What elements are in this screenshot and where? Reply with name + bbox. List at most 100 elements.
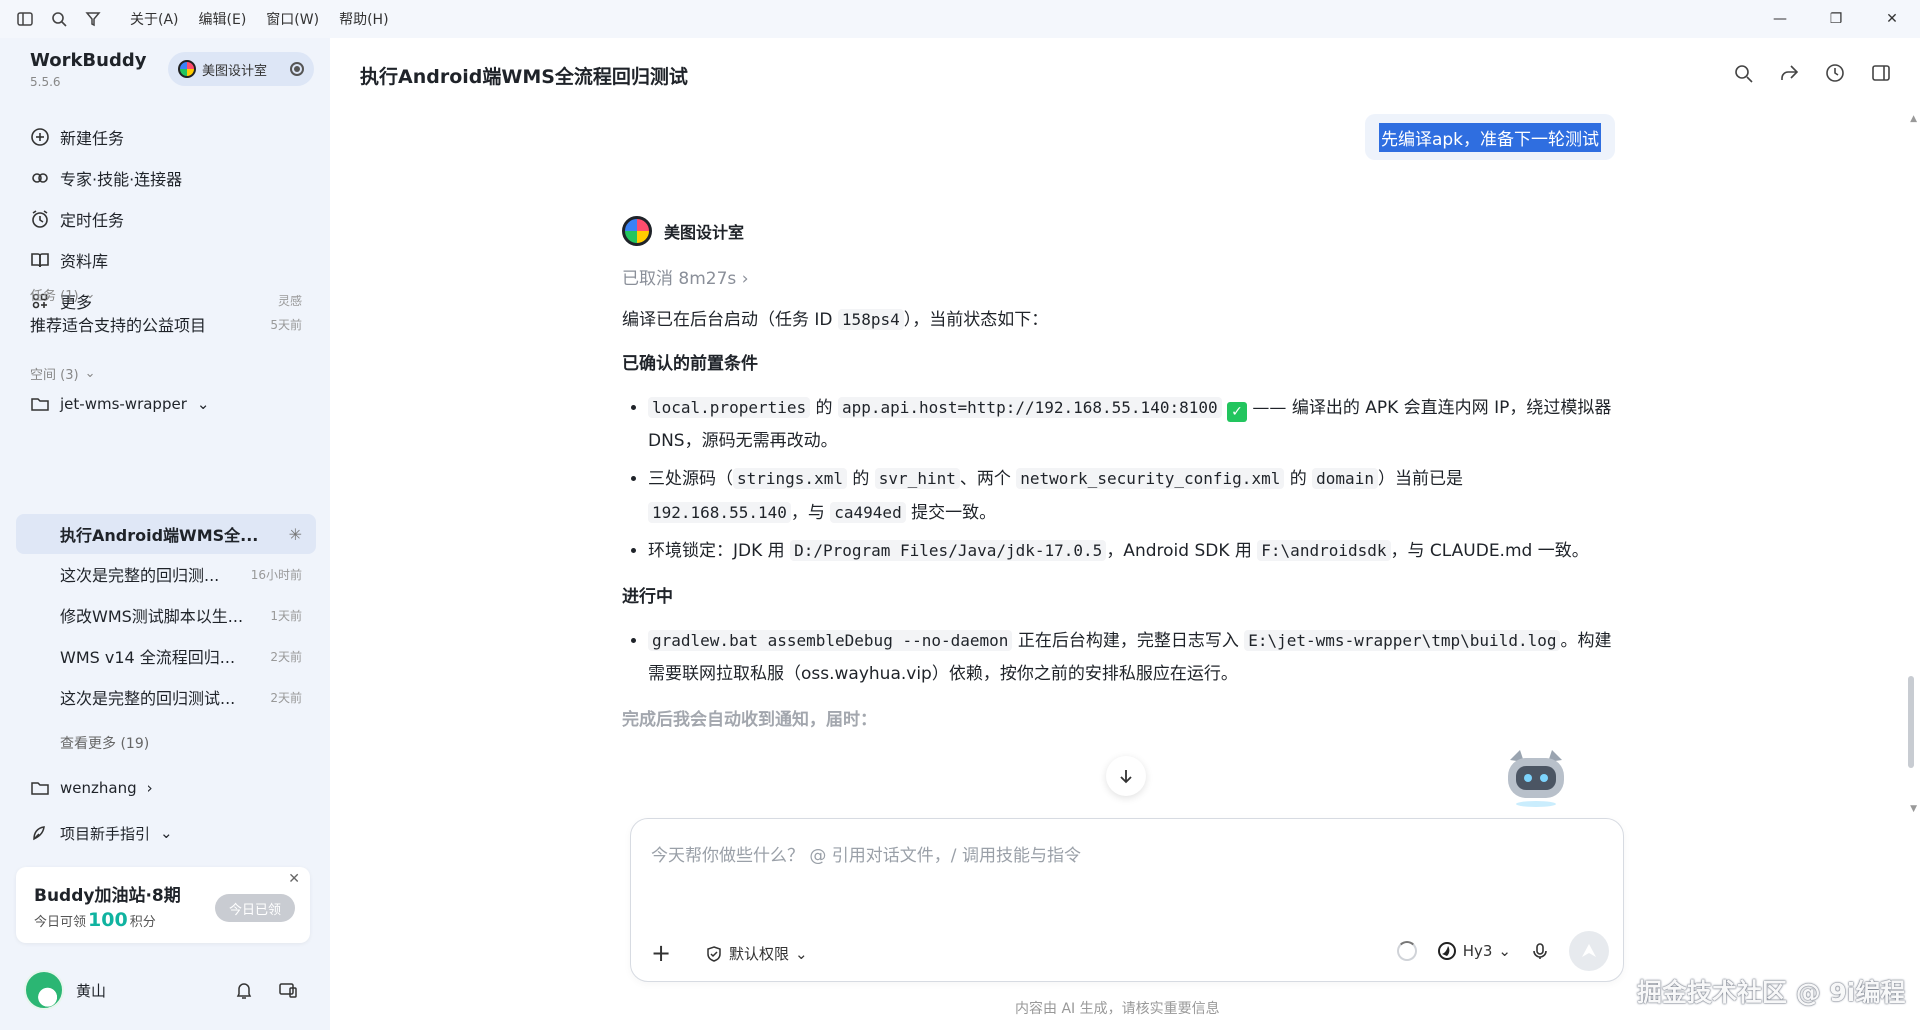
task-label: 执行Android端WMS全... — [60, 526, 259, 545]
shield-check-icon — [707, 945, 721, 962]
promo-subtitle: 今日可领 100 积分 — [34, 909, 156, 931]
inline-code: D:/Program Files/Java/jdk-17.0.5 — [790, 540, 1107, 561]
alarm-clock-icon — [32, 209, 48, 228]
scroll-to-bottom-button[interactable] — [1106, 756, 1146, 796]
promo-title: Buddy加油站·8期 — [34, 886, 181, 906]
chevron-right-icon: › — [741, 269, 749, 289]
inline-code: gradlew.bat assembleDebug --no-daemon — [648, 630, 1013, 651]
mascot-robot-icon[interactable] — [1500, 746, 1572, 808]
claim-button[interactable]: 今日已领 — [215, 894, 295, 922]
share-icon[interactable] — [1778, 62, 1800, 84]
nav-new-task[interactable]: 新建任务 — [16, 116, 316, 157]
studio-name: 美图设计室 — [202, 63, 268, 79]
menu-help[interactable]: 帮助(H) — [339, 9, 388, 29]
task-time: 16小时前 — [250, 567, 302, 582]
panel-toggle-icon[interactable] — [1870, 62, 1892, 84]
scroll-up-icon[interactable]: ▲ — [1910, 114, 1917, 124]
menu-about[interactable]: 关于(A) — [130, 9, 179, 29]
search-icon[interactable] — [50, 10, 68, 28]
chevron-right-icon: › — [146, 779, 153, 797]
maximize-button[interactable]: ❐ — [1808, 0, 1864, 38]
list-item: gradlew.bat assembleDebug --no-daemon 正在… — [648, 624, 1622, 691]
permission-label: 默认权限 — [729, 945, 790, 963]
task-time: 2天前 — [270, 649, 302, 664]
assistant-name: 美图设计室 — [664, 223, 745, 242]
progress-list: gradlew.bat assembleDebug --no-daemon 正在… — [622, 624, 1622, 691]
tasks-section-header[interactable]: 任务 (1) ⌄ — [30, 285, 95, 304]
message-input[interactable]: 今天帮你做些什么？ @ 引用对话文件，/ 调用技能与指令 — [651, 841, 1081, 866]
text: 环境锁定：JDK 用 — [648, 541, 791, 561]
brand-name: WorkBuddy — [30, 50, 147, 71]
ai-disclaimer: 内容由 AI 生成，请核实重要信息 — [1015, 1001, 1220, 1017]
sidebar-toggle-icon[interactable] — [16, 10, 34, 28]
menu-edit[interactable]: 编辑(E) — [199, 9, 247, 29]
space-jet-wms-wrapper[interactable]: jet-wms-wrapper ⌄ — [16, 384, 316, 424]
studio-switcher[interactable]: 美图设计室 — [168, 52, 314, 86]
task-label: WMS v14 全流程回归... — [60, 648, 236, 667]
nav-scheduled-tasks[interactable]: 定时任务 — [16, 198, 316, 239]
user-bar: 黄山 — [24, 968, 314, 1012]
device-icon[interactable] — [278, 980, 298, 1000]
bell-icon[interactable] — [234, 980, 254, 1000]
space-label: 项目新手指引 — [60, 824, 151, 843]
see-more-link[interactable]: 查看更多 (19) — [60, 733, 149, 753]
studio-logo-icon — [178, 60, 196, 78]
scrollbar-thumb[interactable] — [1908, 676, 1914, 768]
text: ）当前已是 — [1377, 469, 1463, 489]
heading-prereq: 已确认的前置条件 — [622, 354, 758, 374]
space-label: wenzhang — [60, 779, 137, 797]
space-task-item[interactable]: WMS v14 全流程回归... 2天前 — [16, 636, 316, 676]
chevron-down-icon: ⌄ — [160, 824, 173, 842]
page-title: 执行Android端WMS全流程回归测试 — [360, 66, 688, 88]
avatar[interactable] — [24, 970, 64, 1010]
loading-spinner-icon — [1396, 941, 1417, 961]
intro-paragraph: 编译已在后台启动（任务 ID 158ps4 ），当前状态如下： — [622, 305, 1622, 335]
space-task-item[interactable]: 这次是完整的回归测... 16小时前 — [16, 554, 316, 594]
close-window-button[interactable]: ✕ — [1864, 0, 1920, 38]
model-label: Hy3 — [1462, 942, 1493, 960]
add-attachment-button[interactable]: + — [651, 939, 671, 967]
nav-label: 新建任务 — [60, 128, 125, 148]
user-name: 黄山 — [76, 981, 107, 1000]
microphone-icon[interactable] — [1531, 942, 1549, 960]
inline-code: network_security_config.xml — [1016, 468, 1285, 489]
space-task-item[interactable]: 这次是完整的回归测试... 2天前 — [16, 677, 316, 717]
cancelled-status[interactable]: 已取消 8m27s › — [622, 264, 1622, 289]
minimize-button[interactable]: — — [1752, 0, 1808, 38]
chevron-down-icon: ⌄ — [84, 366, 96, 381]
inline-code: 192.168.55.140 — [648, 502, 791, 523]
prereq-list: local.properties 的 app.api.host=http://1… — [622, 391, 1622, 568]
task-item[interactable]: 推荐适合支持的公益项目 5天前 — [16, 304, 316, 344]
promo-points: 100 — [88, 909, 128, 931]
list-item: 三处源码（strings.xml 的 svr_hint、两个 network_s… — [648, 462, 1622, 530]
inline-code: app.api.host=http://192.168.55.140:8100 — [837, 397, 1222, 418]
space-wenzhang[interactable]: wenzhang › — [16, 768, 316, 808]
inline-code: domain — [1312, 468, 1378, 489]
history-icon[interactable] — [1824, 62, 1846, 84]
watermark: 掘金技术社区 @ 9i编程 — [1637, 978, 1906, 1007]
nav-experts-skills[interactable]: 专家·技能·连接器 — [16, 157, 316, 198]
close-icon[interactable]: ✕ — [288, 871, 300, 887]
message-composer[interactable]: 今天帮你做些什么？ @ 引用对话文件，/ 调用技能与指令 + 默认权限 ⌄ Hy… — [630, 818, 1624, 982]
filter-icon[interactable] — [84, 10, 102, 28]
assistant-avatar — [622, 216, 652, 246]
send-button[interactable] — [1569, 931, 1609, 971]
menu-window[interactable]: 窗口(W) — [266, 9, 319, 29]
text: 三处源码（ — [648, 469, 733, 489]
search-icon[interactable] — [1732, 62, 1754, 84]
task-label: 这次是完整的回归测试... — [60, 689, 236, 708]
permission-select[interactable]: 默认权限 ⌄ — [705, 943, 808, 964]
spaces-section-header[interactable]: 空间 (3) ⌄ — [30, 364, 95, 383]
task-time: 1天前 — [270, 608, 302, 623]
text: ，与 CLAUDE.md 一致。 — [1390, 541, 1589, 561]
promo-card: Buddy加油站·8期 今日可领 100 积分 今日已领 ✕ — [16, 867, 310, 943]
inline-code: local.properties — [648, 397, 811, 418]
scroll-down-icon[interactable]: ▼ — [1910, 804, 1917, 814]
space-task-item[interactable]: 修改WMS测试脚本以生... 1天前 — [16, 595, 316, 635]
space-onboarding[interactable]: 项目新手指引 ⌄ — [16, 813, 316, 853]
loading-spinner-icon: ✳ — [288, 524, 302, 544]
nav-library[interactable]: 资料库 — [16, 239, 316, 280]
nav-label: 资料库 — [60, 251, 109, 271]
model-select[interactable]: Hy3 ⌄ — [1437, 941, 1511, 961]
space-task-item-active[interactable]: 执行Android端WMS全... ✳ — [16, 514, 316, 554]
